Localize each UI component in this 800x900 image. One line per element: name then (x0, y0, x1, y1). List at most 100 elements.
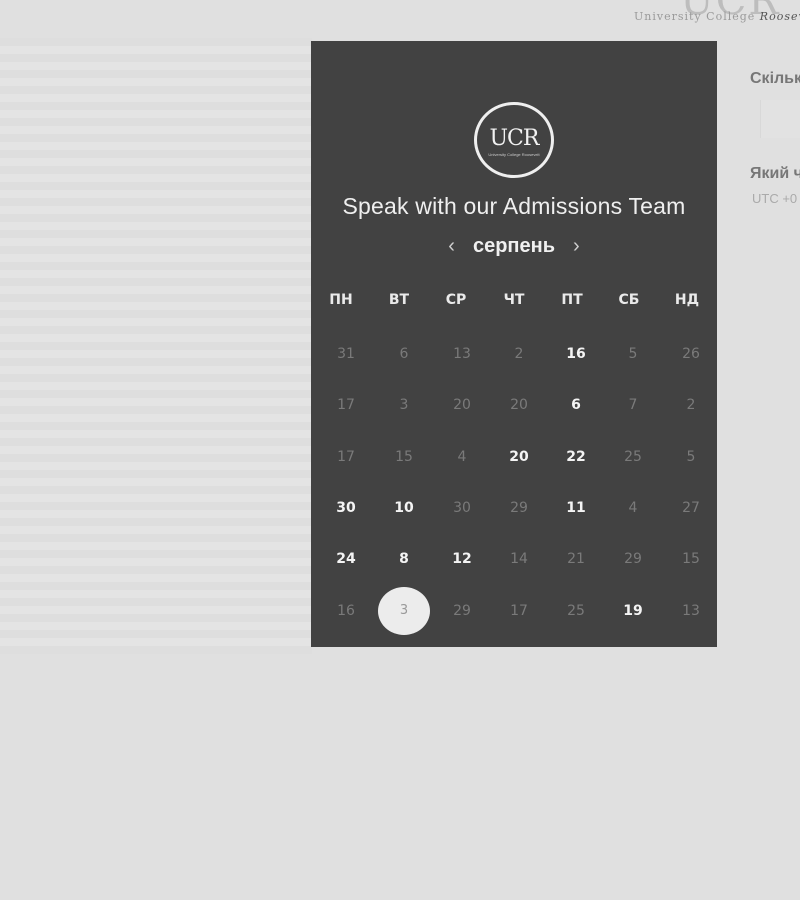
logo-subtitle: University College Roosevelt (634, 10, 800, 23)
date-number: 7 (628, 397, 638, 414)
date-cell: 25 (604, 432, 662, 482)
date-number: 20 (509, 448, 529, 465)
date-cell: 16 (317, 586, 375, 636)
date-number: 24 (336, 551, 356, 568)
chevron-left-icon[interactable]: ‹ (444, 235, 459, 258)
month-label: серпень (472, 235, 556, 257)
date-cell: 26 (662, 329, 720, 379)
date-grid: 31 6 13 2 16 5 26 17 3 20 20 6 7 2 17 15 4 20 22 25 5 30 10 30 2… (311, 329, 717, 635)
date-cell: 25 (547, 586, 605, 636)
time-question: Який ч (750, 165, 800, 182)
weekday-label: ВТ (388, 292, 410, 308)
logo-subtitle-text: University College (634, 10, 756, 23)
date-number: 5 (628, 346, 638, 362)
date-cell: 21 (547, 534, 605, 584)
date-cell: 30 (433, 483, 491, 533)
weekday-label: ПН (329, 292, 353, 308)
available-date-cell[interactable]: 19 (604, 586, 662, 636)
date-number: 2 (514, 346, 524, 362)
date-number: 14 (510, 551, 528, 568)
selected-date-cell[interactable]: 3 (375, 586, 433, 636)
date-number: 17 (337, 397, 355, 414)
date-cell: 29 (490, 483, 548, 533)
available-date-cell[interactable]: 16 (547, 329, 605, 379)
date-cell: 17 (490, 586, 548, 636)
date-cell: 17 (317, 432, 375, 482)
date-number: 13 (682, 602, 700, 619)
date-number: 19 (623, 602, 643, 619)
available-date-cell[interactable]: 30 (317, 483, 375, 533)
ucr-badge-logo: UCR University College Roosevelt (474, 102, 554, 178)
weekday-label: ПТ (561, 292, 583, 308)
month-navigation: ‹ серпень › (311, 235, 717, 258)
logo-subtitle-italic: Roosevelt (759, 10, 800, 23)
date-number: 3 (399, 397, 409, 414)
date-number: 26 (682, 346, 700, 362)
date-number: 4 (628, 499, 638, 516)
date-number: 2 (686, 397, 696, 414)
date-cell: 5 (604, 329, 662, 379)
date-number: 15 (395, 448, 413, 465)
date-cell: 6 (375, 329, 433, 379)
duration-select[interactable] (760, 100, 800, 138)
date-number: 20 (510, 397, 528, 414)
date-number: 11 (566, 499, 586, 516)
available-date-cell[interactable]: 24 (317, 534, 375, 584)
date-cell: 15 (375, 432, 433, 482)
date-cell: 31 (317, 329, 375, 379)
available-date-cell[interactable]: 6 (547, 380, 605, 430)
available-date-cell[interactable]: 12 (433, 534, 491, 584)
weekday-label: СБ (618, 292, 640, 308)
date-number: 17 (510, 602, 528, 619)
date-cell: 13 (662, 586, 720, 636)
date-cell: 14 (490, 534, 548, 584)
available-date-cell[interactable]: 8 (375, 534, 433, 584)
date-number: 21 (567, 551, 585, 568)
date-number: 31 (337, 346, 355, 362)
date-number: 29 (510, 499, 528, 516)
date-number: 16 (337, 602, 355, 619)
date-cell: 7 (604, 380, 662, 430)
left-background (0, 38, 312, 654)
date-cell: 4 (604, 483, 662, 533)
date-cell: 15 (662, 534, 720, 584)
weekday-label: ЧТ (503, 292, 525, 308)
available-date-cell[interactable]: 20 (490, 432, 548, 482)
available-date-cell[interactable]: 10 (375, 483, 433, 533)
date-number: 30 (453, 499, 471, 516)
date-number: 30 (336, 499, 356, 516)
date-number: 12 (452, 551, 472, 568)
date-cell: 20 (433, 380, 491, 430)
chevron-right-icon[interactable]: › (569, 235, 584, 258)
date-number: 8 (399, 551, 409, 568)
badge-tag: University College Roosevelt (488, 151, 540, 157)
calendar-title: Speak with our Admissions Team (342, 193, 686, 219)
available-date-cell[interactable]: 22 (547, 432, 605, 482)
date-cell: 29 (604, 534, 662, 584)
weekday-label: СР (445, 292, 467, 308)
date-number: 16 (566, 346, 586, 362)
date-number: 29 (453, 602, 471, 619)
booking-calendar-panel: UCR University College Roosevelt Speak w… (311, 41, 717, 647)
duration-question: Скільк (750, 70, 800, 87)
date-number: 29 (624, 551, 642, 568)
date-cell: 27 (662, 483, 720, 533)
weekday-label: НД (674, 292, 700, 308)
date-number: 25 (624, 448, 642, 465)
weekday-header: ПН ВТ СР ЧТ ПТ СБ НД (311, 292, 717, 312)
date-cell: 2 (662, 380, 720, 430)
date-number: 5 (686, 448, 696, 465)
date-cell: 17 (317, 380, 375, 430)
date-number: 15 (682, 551, 700, 568)
date-cell: 29 (433, 586, 491, 636)
date-number: 20 (453, 397, 471, 414)
date-cell: 2 (490, 329, 548, 379)
date-cell: 3 (375, 380, 433, 430)
timezone-label: UTC +0 (752, 191, 798, 206)
date-number: 13 (453, 346, 471, 362)
available-date-cell[interactable]: 11 (547, 483, 605, 533)
date-cell: 4 (433, 432, 491, 482)
date-number: 27 (682, 499, 700, 516)
badge-mark: UCR (489, 125, 540, 151)
date-number: 6 (571, 397, 581, 414)
